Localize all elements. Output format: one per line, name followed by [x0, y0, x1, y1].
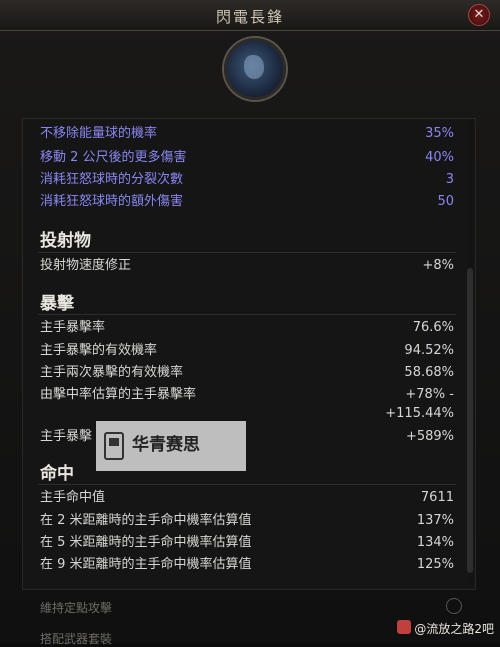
stat-value: 50: [437, 194, 454, 209]
stat-row: 消耗狂怒球時的分裂次數 3: [40, 170, 454, 190]
stat-value: 35%: [425, 126, 454, 141]
stat-value: +115.44%: [385, 406, 454, 421]
stat-label: 主手兩次暴擊的有效機率: [40, 365, 184, 380]
option-weapon-set[interactable]: 搭配武器套裝: [40, 630, 112, 647]
stat-label: 在 5 米距離時的主手命中機率估算值: [40, 535, 252, 550]
stat-row: 投射物速度修正 +8%: [40, 256, 454, 276]
stat-row: 不移除能量球的機率 35%: [40, 124, 454, 144]
stat-value: 137%: [416, 513, 454, 528]
stat-label: 主手命中值: [40, 490, 106, 505]
stat-label: 主手暴擊率: [40, 320, 106, 335]
stat-row: 消耗狂怒球時的額外傷害 50: [40, 192, 454, 212]
stat-label: 消耗狂怒球時的額外傷害: [40, 194, 184, 209]
section-title-crit: 暴擊: [40, 294, 74, 314]
stats-scrollbar[interactable]: [467, 120, 473, 586]
stat-value: 7611: [420, 490, 454, 505]
stat-label: 由擊中率估算的主手暴擊率: [40, 387, 197, 402]
stat-row: 主手命中值 7611: [40, 488, 454, 508]
stat-value: 125%: [416, 557, 454, 572]
stat-value: +78% -: [405, 387, 454, 402]
section-title-accuracy: 命中: [40, 464, 74, 484]
forum-logo-icon: [397, 620, 411, 634]
stat-value: 58.68%: [404, 365, 454, 380]
lightning-orb-gem-icon: [224, 38, 286, 100]
skill-detail-window: 閃電長鋒 ✕ 不移除能量球的機率 35% 移動 2 公尺後的更多傷害 40% 消…: [0, 0, 500, 646]
stat-row: 移動 2 公尺後的更多傷害 40%: [40, 148, 454, 168]
stat-label: 移動 2 公尺後的更多傷害: [40, 150, 187, 165]
stat-label: 主手暴擊的有效機率: [40, 343, 158, 358]
stat-row: 在 2 米距離時的主手命中機率估算值 137%: [40, 511, 454, 531]
section-divider: [38, 484, 456, 485]
section-divider: [38, 314, 456, 315]
watermark-overlay: 华青赛思: [96, 421, 246, 471]
section-title-projectile: 投射物: [40, 231, 91, 251]
stat-value: 94.52%: [404, 343, 454, 358]
stat-row: 在 5 米距離時的主手命中機率估算值 134%: [40, 533, 454, 553]
stat-row: 在 9 米距離時的主手命中機率估算值 125%: [40, 555, 454, 575]
stat-row: 由擊中率估算的主手暴擊率 +78% -: [40, 385, 454, 405]
stat-label: 在 2 米距離時的主手命中機率估算值: [40, 513, 252, 528]
scrollbar-thumb[interactable]: [467, 268, 473, 573]
option-hold-position[interactable]: 維持定點攻擊: [40, 599, 112, 616]
stat-value: +589%: [405, 429, 454, 444]
stat-value: 134%: [416, 535, 454, 550]
stat-value: 40%: [425, 150, 454, 165]
stat-label: 投射物速度修正: [40, 258, 132, 273]
toggle-radio[interactable]: [446, 598, 462, 614]
stat-label: 主手暴擊: [40, 429, 93, 444]
stat-row: 主手暴擊率 76.6%: [40, 318, 454, 338]
close-icon[interactable]: ✕: [468, 4, 490, 26]
stat-row: 主手兩次暴擊的有效機率 58.68%: [40, 363, 454, 383]
stat-value: 3: [445, 172, 454, 187]
window-title: 閃電長鋒: [215, 8, 284, 26]
stat-value: 76.6%: [412, 320, 454, 335]
watermark-text: 华青赛思: [132, 435, 200, 455]
section-divider: [38, 252, 456, 253]
stat-value: +8%: [422, 258, 454, 273]
credit-text: @流放之路2吧: [414, 622, 494, 636]
stat-row: 主手暴擊的有效機率 94.52%: [40, 341, 454, 361]
stat-label: 消耗狂怒球時的分裂次數: [40, 172, 184, 187]
title-bar: 閃電長鋒 ✕: [0, 0, 500, 31]
stat-label: 不移除能量球的機率: [40, 126, 158, 141]
stat-label: 在 9 米距離時的主手命中機率估算值: [40, 557, 252, 572]
device-icon: [104, 432, 124, 460]
